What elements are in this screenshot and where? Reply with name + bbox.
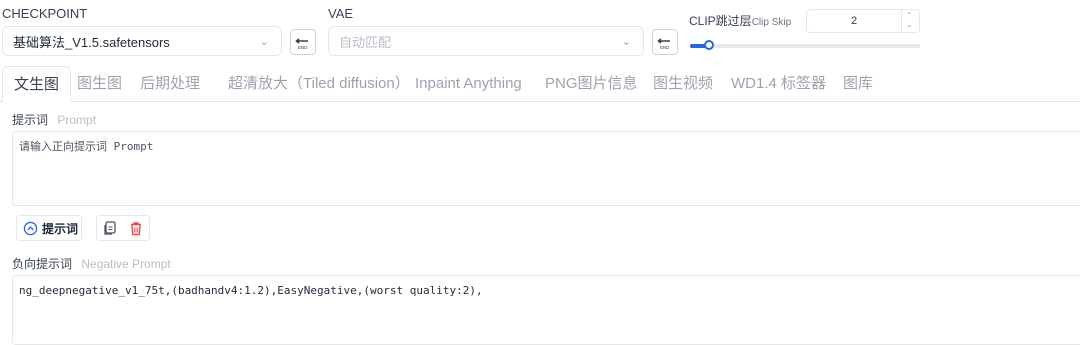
clip-skip-slider-track[interactable]: [690, 40, 920, 50]
prompt-textarea[interactable]: 请输入正向提示词 Prompt: [12, 131, 1080, 206]
tab-img2video[interactable]: 图生视频: [653, 66, 713, 102]
tab-gallery[interactable]: 图库: [843, 66, 873, 102]
clip-skip-stepper[interactable]: ⌃ ⌄: [901, 10, 920, 32]
chevron-down-icon: ⌄: [621, 36, 631, 48]
chevron-down-icon: ⌄: [259, 36, 269, 48]
vae-placeholder: 自动匹配: [339, 34, 392, 50]
vae-select[interactable]: 自动匹配 ⌄: [328, 26, 644, 56]
chevron-up-circle-icon: [23, 221, 38, 235]
negative-prompt-label: 负向提示词 Negative Prompt: [12, 255, 171, 272]
checkpoint-label: CHECKPOINT: [2, 6, 88, 21]
svg-text:END: END: [298, 45, 308, 50]
prompt-label-en: Prompt: [57, 113, 97, 127]
tab-extras[interactable]: 后期处理: [140, 66, 200, 102]
checkpoint-value: 基础算法_V1.5.safetensors: [13, 34, 170, 50]
tab-inpaint-anything[interactable]: Inpaint Anything: [415, 66, 522, 102]
clip-skip-slider-thumb[interactable]: [704, 40, 714, 50]
prompt-label: 提示词 Prompt: [12, 111, 96, 128]
copy-icon[interactable]: [103, 220, 117, 236]
tab-wd14-tagger[interactable]: WD1.4 标签器: [731, 66, 826, 102]
tab-txt2img[interactable]: 文生图: [2, 66, 72, 102]
negative-prompt-value: ng_deepnegative_v1_75t,(badhandv4:1.2),E…: [19, 284, 483, 297]
tab-tiled-diffusion[interactable]: 超清放大（Tiled diffusion）: [228, 66, 410, 102]
clip-skip-label: CLIP跳过层Clip Skip: [689, 12, 791, 29]
chevron-down-icon[interactable]: ⌄: [906, 20, 913, 29]
clip-skip-number-input[interactable]: 2 ⌃ ⌄: [806, 9, 920, 33]
tab-divider: [0, 101, 1080, 102]
unload-vae-button[interactable]: END: [652, 29, 678, 55]
negative-prompt-label-en: Negative Prompt: [81, 257, 171, 271]
prompt-placeholder: 请输入正向提示词 Prompt: [19, 140, 154, 153]
prompt-toggle-button[interactable]: 提示词: [16, 215, 82, 241]
prompt-label-cn: 提示词: [12, 113, 49, 127]
prompt-toggle-label: 提示词: [42, 221, 79, 236]
clip-skip-label-en: Clip Skip: [751, 17, 792, 28]
refresh-end-icon: END: [657, 38, 670, 50]
checkpoint-select[interactable]: 基础算法_V1.5.safetensors ⌄: [2, 26, 282, 56]
main-tabs: 文生图 图生图 后期处理 超清放大（Tiled diffusion） Inpai…: [0, 66, 1080, 102]
prompt-actions: [96, 215, 150, 241]
tab-img2img[interactable]: 图生图: [77, 66, 122, 102]
clip-skip-label-cn: CLIP跳过层: [689, 14, 752, 28]
unload-checkpoint-button[interactable]: END: [290, 29, 316, 55]
tab-png-info[interactable]: PNG图片信息: [545, 66, 638, 102]
trash-icon[interactable]: [129, 221, 143, 236]
chevron-up-icon[interactable]: ⌃: [906, 11, 913, 20]
vae-label: VAE: [328, 6, 354, 21]
negative-prompt-label-cn: 负向提示词: [12, 257, 73, 271]
clip-skip-value: 2: [850, 15, 858, 27]
negative-prompt-textarea[interactable]: ng_deepnegative_v1_75t,(badhandv4:1.2),E…: [12, 275, 1080, 345]
refresh-end-icon: END: [295, 38, 308, 50]
svg-text:END: END: [660, 45, 670, 50]
